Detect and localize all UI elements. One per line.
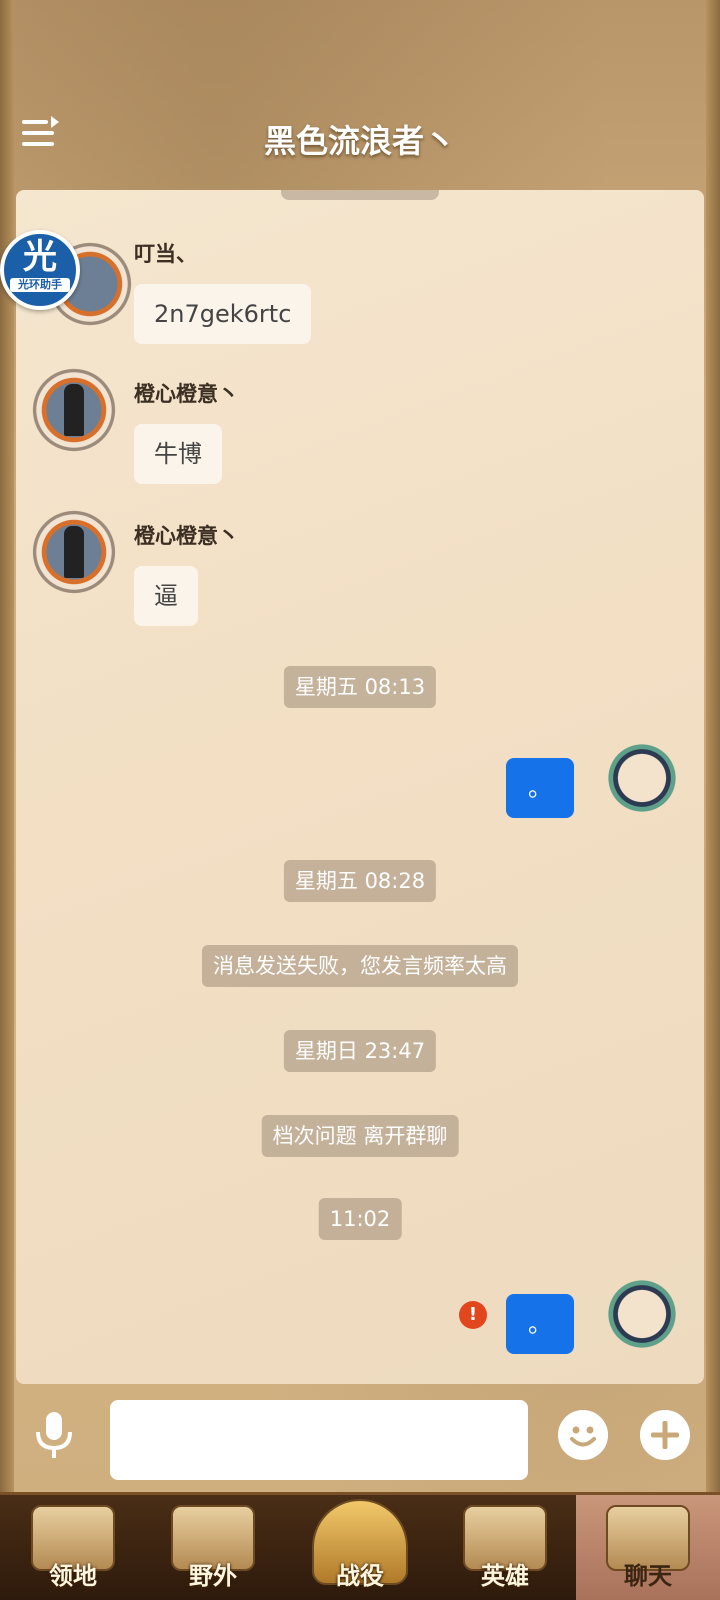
message-input[interactable] (110, 1400, 528, 1480)
timestamp: 11:02 (318, 1198, 402, 1240)
message-bubble[interactable]: 牛博 (134, 424, 222, 484)
self-message-bubble[interactable]: 。 (506, 1294, 574, 1354)
badge-char: 光 (23, 237, 57, 277)
system-notice: 档次问题 离开群聊 (261, 1115, 459, 1157)
sender-name: 橙心橙意丶 (134, 524, 239, 548)
nav-label: 英雄 (481, 1562, 529, 1590)
nav-label: 聊天 (624, 1562, 672, 1590)
pull-handle[interactable] (281, 190, 439, 200)
nav-chat[interactable]: 聊天 (576, 1495, 720, 1600)
chat-header: 黑色流浪者丶 (0, 100, 720, 176)
nav-label: 战役 (336, 1562, 384, 1590)
frame-left (0, 0, 14, 1492)
frame-right (706, 0, 720, 1492)
message-bubble[interactable]: 逼 (134, 566, 198, 626)
self-avatar[interactable] (594, 730, 690, 826)
helper-badge-icon[interactable]: 光 光环助手 (0, 230, 80, 310)
self-avatar[interactable] (594, 1266, 690, 1362)
bottom-nav: 领地 野外 战役 英雄 聊天 (0, 1492, 720, 1600)
chat-title: 黑色流浪者丶 (263, 122, 456, 160)
avatar[interactable] (26, 362, 122, 458)
timestamp: 星期五 08:13 (283, 666, 437, 708)
timestamp: 星期日 23:47 (283, 1030, 437, 1072)
nav-territory[interactable]: 领地 (8, 1495, 138, 1600)
timestamp: 星期五 08:28 (283, 860, 437, 902)
nav-heroes[interactable]: 英雄 (440, 1495, 570, 1600)
nav-label: 野外 (189, 1562, 237, 1590)
smiley-icon[interactable] (558, 1410, 608, 1460)
sender-name: 橙心橙意丶 (134, 382, 239, 406)
nav-campaign[interactable]: 战役 (295, 1495, 425, 1600)
badge-label: 光环助手 (10, 278, 70, 292)
send-failed-icon[interactable]: ! (459, 1301, 487, 1329)
nav-wild[interactable]: 野外 (148, 1495, 278, 1600)
chat-panel[interactable]: 叮当、 2n7gek6rtc 橙心橙意丶 牛博 橙心橙意丶 逼 星期五 08:1… (16, 190, 704, 1384)
nav-label: 领地 (49, 1562, 97, 1590)
message-bubble[interactable]: 2n7gek6rtc (134, 284, 312, 344)
plus-icon[interactable] (640, 1410, 690, 1460)
self-message-bubble[interactable]: 。 (506, 758, 574, 818)
system-notice: 消息发送失败，您发言频率太高 (202, 945, 518, 987)
input-bar (0, 1388, 720, 1480)
sender-name: 叮当、 (134, 242, 197, 266)
microphone-icon[interactable] (30, 1410, 78, 1460)
avatar[interactable] (26, 504, 122, 600)
